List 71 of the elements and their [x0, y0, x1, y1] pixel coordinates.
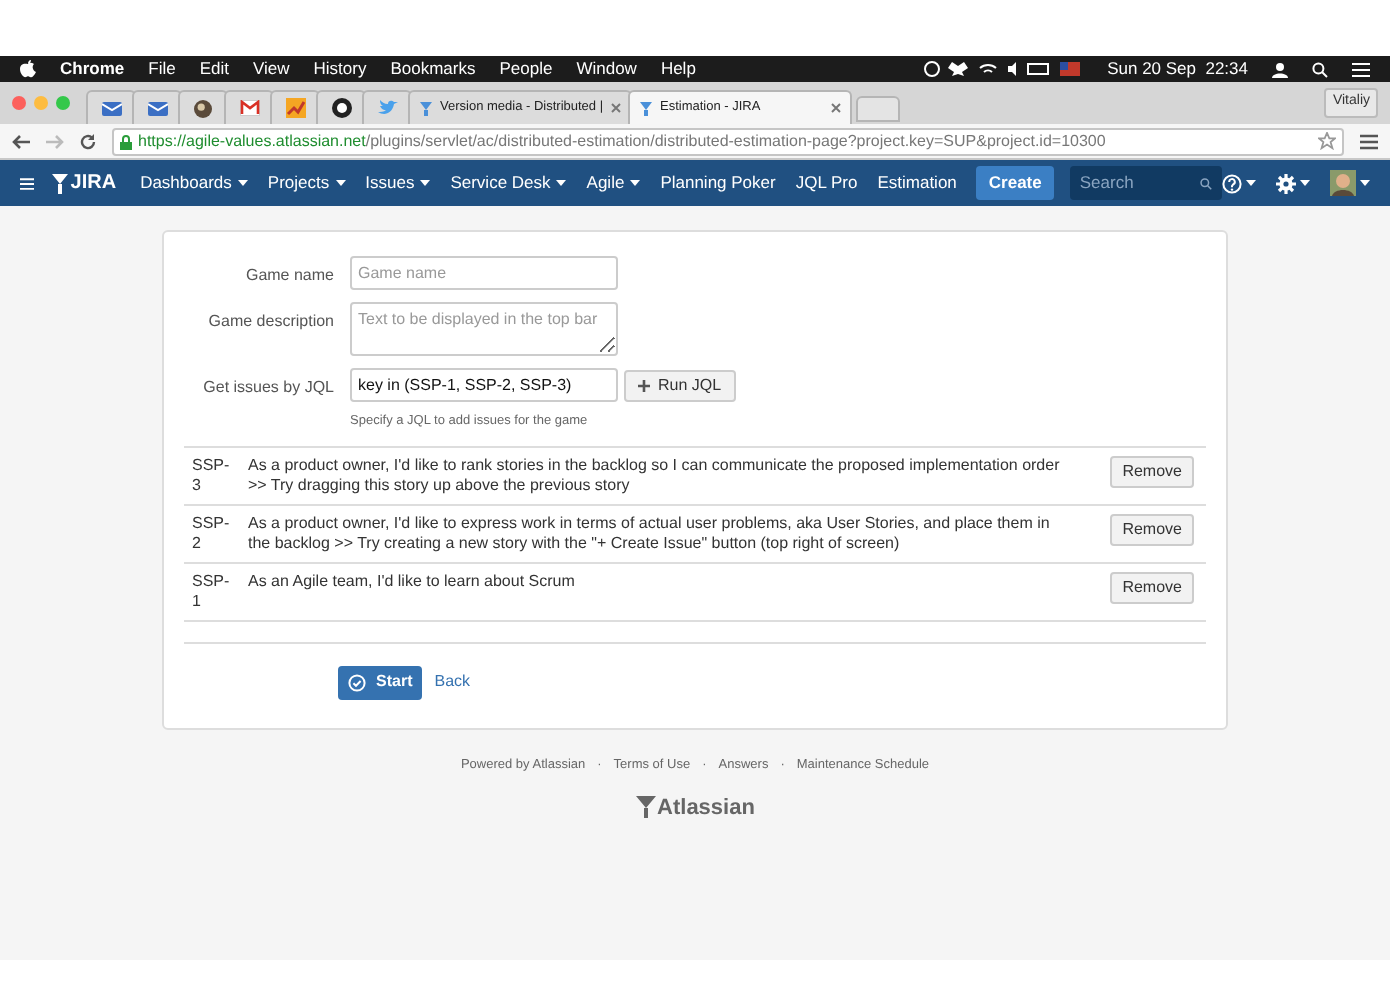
check-circle-icon	[348, 673, 366, 692]
start-button[interactable]: Start	[338, 665, 423, 700]
avatar-icon[interactable]	[1330, 170, 1356, 196]
menu-item[interactable]: People	[499, 56, 553, 82]
help-icon[interactable]	[1222, 173, 1242, 193]
reload-icon[interactable]	[80, 133, 96, 149]
browser-tab[interactable]	[178, 90, 228, 124]
address-bar[interactable]: https://agile-values.atlassian.net/plugins/servlet/ac/distributed-estimation/distributed-estimation-page?project.key=SUP&project.id=10300	[112, 127, 1344, 155]
search-field[interactable]: Search	[1069, 166, 1222, 200]
jira-logo[interactable]: JIRA	[52, 168, 117, 198]
envelope-icon	[147, 99, 167, 117]
nav-menu-item[interactable]: JQL Pro	[795, 170, 858, 196]
tab-favicon-icon	[418, 100, 434, 116]
menu-clock[interactable]: Sun 20 Sep 22:34	[1107, 56, 1248, 82]
input-field[interactable]: Game name	[350, 256, 618, 290]
menu-item[interactable]: Help	[660, 56, 696, 82]
nav-menu-item[interactable]: Issues	[365, 170, 431, 196]
nav-menu-item[interactable]: Service Desk	[450, 170, 567, 196]
bird-icon	[377, 99, 397, 117]
search-icon	[1200, 177, 1212, 189]
lock-icon	[120, 133, 132, 149]
issue-key: SSP-3	[184, 455, 236, 496]
field-label: Get issues by JQL	[201, 376, 334, 400]
close-icon[interactable]	[830, 102, 842, 114]
tab-favicon-icon	[638, 100, 654, 116]
star-icon[interactable]	[1318, 132, 1336, 150]
create-button[interactable]: Create	[976, 166, 1054, 200]
menu-item[interactable]: File	[148, 56, 176, 82]
plus-icon	[638, 379, 650, 391]
browser-tab[interactable]	[316, 90, 366, 124]
remove-button[interactable]: Remove	[1110, 571, 1194, 604]
url-text: https://agile-values.atlassian.net/plugins/servlet/ac/distributed-estimation/distributed-estimation-page?project.key=SUP&project.id=10300	[138, 129, 1106, 153]
nav-menu-item[interactable]: Planning Poker	[660, 170, 776, 196]
run-jql-button[interactable]: Run JQL	[624, 369, 736, 401]
search-icon[interactable]	[1312, 61, 1328, 77]
menu-item[interactable]: Chrome	[60, 56, 125, 82]
user-icon[interactable]	[1272, 61, 1288, 77]
envelope-icon	[101, 99, 121, 117]
issue-key: SSP-1	[184, 571, 236, 612]
chart-icon	[285, 98, 305, 118]
caret-icon	[1360, 180, 1370, 186]
issue-summary: As a product owner, I'd like to rank stories in the backlog so I can communicate the proposed implementation order >> Try dragging this story up above the previous story	[246, 455, 1062, 496]
issue-summary: As an Agile team, I'd like to learn about Scrum	[246, 571, 577, 592]
field-label: Game name	[243, 264, 334, 288]
envelope-icon	[239, 100, 259, 116]
settings-icon[interactable]	[1276, 173, 1296, 193]
menu-item[interactable]: Edit	[199, 56, 229, 82]
back-link[interactable]: Back	[434, 670, 471, 695]
back-arrow-icon[interactable]	[12, 133, 30, 149]
menu-item[interactable]: History	[313, 56, 367, 82]
apple-icon[interactable]	[20, 60, 36, 78]
remove-button[interactable]: Remove	[1110, 455, 1194, 488]
nav-menu-item[interactable]: Dashboards	[140, 170, 248, 196]
list-icon[interactable]	[1352, 61, 1370, 77]
text-area[interactable]: Text to be displayed in the top bar	[350, 302, 618, 356]
field-label: Game description	[206, 310, 334, 334]
menu-item[interactable]: Window	[576, 56, 637, 82]
input-field[interactable]: key in (SSP-1, SSP-2, SSP-3)	[350, 368, 618, 402]
remove-button[interactable]: Remove	[1110, 513, 1194, 546]
atlassian-logo: Atlassian	[635, 791, 755, 824]
nav-menu-item[interactable]: Projects	[267, 170, 346, 196]
nav-menu-item[interactable]: Agile	[586, 170, 641, 196]
close-icon[interactable]	[610, 102, 622, 114]
caret-icon	[1300, 180, 1310, 186]
menu-item[interactable]: View	[252, 56, 290, 82]
issue-key: SSP-2	[184, 513, 236, 554]
menu-item[interactable]: Bookmarks	[390, 56, 476, 82]
menu-icon[interactable]	[1360, 133, 1378, 149]
caret-icon	[1246, 180, 1256, 186]
nav-menu-item[interactable]: Estimation	[877, 170, 957, 196]
issue-summary: As a product owner, I'd like to express work in terms of actual user problems, aka User Stories, and place them in the backlog >> Try creating a new story with the "+ Create Issue" button (top right of screen)	[246, 513, 1052, 554]
